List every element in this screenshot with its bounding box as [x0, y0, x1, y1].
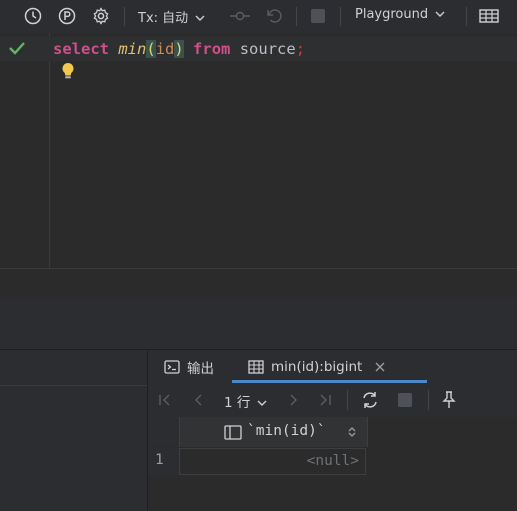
editor-toolbar: Tx: 自动 Playground: [0, 0, 517, 33]
chevron-down-icon: [195, 15, 205, 21]
keyword-from: from: [193, 40, 231, 58]
row-count-label: 1 行: [224, 395, 251, 411]
chevron-down-icon: [257, 400, 267, 406]
session-label: Playground: [355, 7, 429, 22]
close-icon[interactable]: [374, 361, 386, 373]
toolbar-separator: [428, 390, 429, 410]
transaction-mode-label: Tx: 自动: [138, 11, 189, 26]
open-paren: (: [146, 40, 156, 58]
editor-footer-strip: [0, 269, 517, 297]
settings-gear-icon[interactable]: [89, 4, 113, 28]
argument: id: [155, 40, 175, 58]
tab-output-label: 输出: [187, 360, 214, 377]
table-icon: [248, 359, 264, 374]
page-size-dropdown[interactable]: 1 行: [224, 391, 267, 411]
sql-code-line[interactable]: select min(id) from source;: [53, 38, 305, 60]
commit-icon[interactable]: [228, 4, 252, 28]
toolbar-separator: [124, 7, 125, 26]
null-value: <null>: [306, 453, 359, 469]
refresh-icon[interactable]: [360, 391, 380, 409]
stop-icon[interactable]: [398, 393, 412, 407]
close-paren: ): [174, 40, 184, 58]
grid-corner: [148, 417, 179, 447]
column-header[interactable]: `min(id)`: [179, 417, 368, 447]
chevron-down-icon: [435, 11, 445, 17]
rollback-icon[interactable]: [262, 4, 286, 28]
services-splitter: [0, 297, 517, 350]
pin-icon[interactable]: [442, 391, 456, 409]
stop-icon[interactable]: [306, 4, 330, 28]
check-icon: [8, 40, 26, 60]
sort-icon[interactable]: [348, 426, 356, 438]
tab-result-grid[interactable]: min(id):bigint: [248, 350, 386, 383]
session-dropdown[interactable]: Playground: [355, 7, 445, 22]
row-number: 1: [148, 448, 179, 475]
console-icon: [164, 359, 180, 374]
results-tabs: 输出 min(id):bigint: [148, 350, 517, 383]
tab-result-label: min(id):bigint: [271, 358, 363, 375]
keyword-select: select: [53, 40, 109, 58]
history-clock-icon[interactable]: [21, 4, 45, 28]
column-header-label: `min(id)`: [247, 423, 326, 439]
transaction-mode-dropdown[interactable]: Tx: 自动: [138, 7, 205, 26]
table-cell[interactable]: <null>: [179, 448, 366, 475]
results-toolbar: 1 行: [148, 383, 517, 418]
toolbar-separator: [340, 7, 341, 26]
toolbar-separator: [466, 7, 467, 26]
previous-page-icon[interactable]: [192, 393, 206, 407]
editor-gutter: [0, 33, 50, 268]
last-page-icon[interactable]: [318, 393, 332, 407]
intention-bulb-icon[interactable]: [60, 62, 76, 84]
function-name: min: [118, 40, 147, 58]
table-name: source: [239, 40, 296, 58]
tab-output[interactable]: 输出: [164, 350, 214, 383]
sql-editor[interactable]: [50, 33, 517, 268]
table-layout-icon[interactable]: [477, 4, 501, 28]
services-pane-divider: [0, 385, 147, 386]
services-tree-pane: [0, 350, 148, 511]
first-page-icon[interactable]: [158, 393, 172, 407]
row-number-label: 1: [155, 452, 164, 468]
next-page-icon[interactable]: [286, 393, 300, 407]
explain-plan-icon[interactable]: [55, 4, 79, 28]
column-icon: [224, 425, 242, 440]
toolbar-separator: [296, 7, 297, 26]
toolbar-separator: [347, 390, 348, 410]
semicolon: ;: [295, 40, 306, 58]
